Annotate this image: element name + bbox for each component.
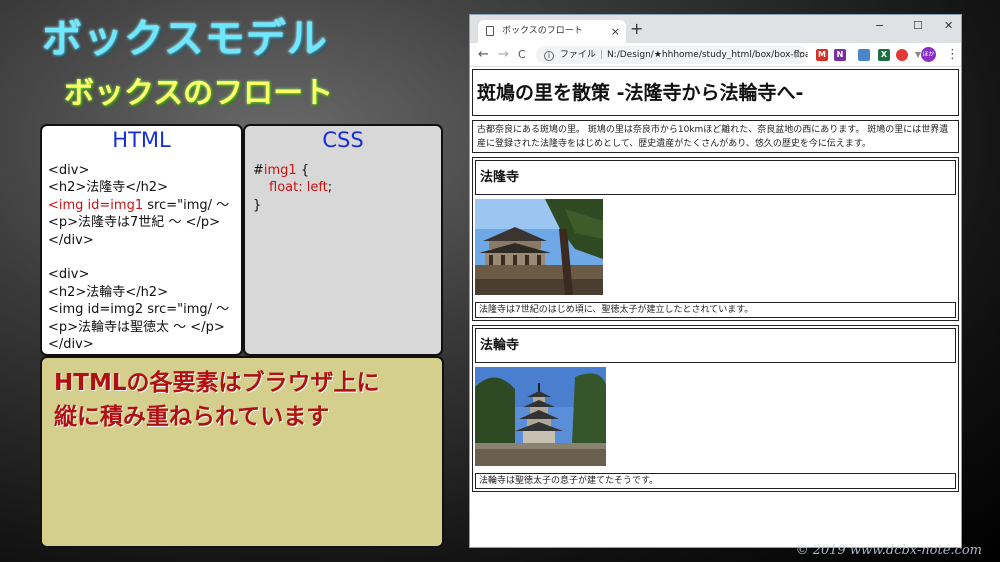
slide-subtitle: ボックスのフロート (64, 76, 334, 111)
code-fragment: src="img/ ～ (143, 197, 230, 213)
css-property: float: left (269, 180, 328, 196)
section-caption: 法輪寺は聖徳太子の息子が建てたそうです。 (475, 473, 956, 489)
page-content: 斑鳩の里を散策 -法隆寺から法輪寺へ- 古都奈良にある斑鳩の里。 斑鳩の里は奈良… (470, 67, 961, 492)
copyright-watermark: © 2019 www.dcbx-note.com (795, 543, 982, 558)
address-bar[interactable]: i ファイル | N:/Design/★hhhome/study_html/box/… (536, 46, 808, 64)
explanation-panel: HTMLの各要素はブラウザ上に 縦に積み重ねられています (40, 356, 444, 548)
code-line: <img id=img2 src="img/ ～ (48, 302, 230, 318)
browser-tab[interactable]: ボックスのフロート × (478, 20, 626, 43)
code-line: ​ (48, 249, 241, 266)
reload-button[interactable]: C (518, 46, 526, 63)
slide-title: ボックスモデル (42, 16, 328, 62)
code-line-highlight: <img id=img1 src="img/ ～ (48, 197, 241, 214)
browser-window: ボックスのフロート × + − ☐ ✕ ← → C i ファイル | N:/Desi… (469, 14, 962, 548)
profile-avatar[interactable]: ほか (921, 47, 936, 62)
close-window-button[interactable]: ✕ (944, 19, 953, 32)
section-caption: 法隆寺は7世紀のはじめ頃に、聖徳太子が建立したとされています。 (475, 302, 956, 318)
code-fragment: <img id=img1 (48, 197, 144, 213)
html-code: <div> <h2>法隆寺</h2> <img id=img1 src="img/ … (42, 152, 241, 353)
explanation-text: HTMLの各要素はブラウザ上に 縦に積み重ねられています (54, 366, 379, 434)
section-heading: 法輪寺 (475, 328, 956, 363)
forward-button[interactable]: → (498, 46, 509, 63)
explanation-line: 縦に積み重ねられています (54, 404, 330, 430)
code-line: <h2>法隆寺</h2> (48, 180, 168, 196)
info-icon[interactable]: i (544, 51, 554, 61)
section-horyuji: 法隆寺 法隆寺は7世紀のはじめ頃に、聖徳太子が建立したとされています。 (472, 157, 959, 321)
css-code-panel: CSS #img1 {float: left;} (243, 124, 443, 356)
code-line: <div> (48, 267, 90, 283)
html-code-panel: HTML <div> <h2>法隆寺</h2> <img id=img1 src="… (40, 124, 243, 356)
code-line: <p>法隆寺は7世紀 ～ </p> (48, 215, 220, 231)
back-button[interactable]: ← (478, 46, 489, 63)
onenote-extension-icon[interactable]: N (834, 49, 846, 61)
html-panel-heading: HTML (112, 128, 171, 152)
address-separator: | (599, 50, 603, 60)
code-line: <h2>法輪寺</h2> (48, 284, 168, 300)
css-rule-open: #img1 { (253, 162, 441, 179)
code-line: </div> (48, 232, 94, 248)
css-panel-heading: CSS (322, 128, 364, 152)
browser-toolbar: ← → C i ファイル | N:/Design/★hhhome/study_htm… (470, 43, 961, 67)
page-heading: 斑鳩の里を散策 -法隆寺から法輪寺へ- (472, 69, 959, 116)
tab-title: ボックスのフロート (502, 26, 583, 36)
extension-icon[interactable] (858, 49, 870, 61)
explanation-line: HTMLの各要素はブラウザ上に (54, 370, 380, 396)
css-semicolon: ; (327, 180, 333, 196)
css-hash: # (253, 163, 264, 178)
section-horinji: 法輪寺 法輪寺は聖徳太子の息子が建てたそうです。 (472, 325, 959, 492)
css-selector: img1 (263, 163, 297, 178)
css-brace: { (296, 163, 310, 178)
gmail-extension-icon[interactable]: M (816, 49, 828, 61)
page-icon (486, 26, 494, 36)
code-line: <p>法輪寺は聖徳太 ～ </p> (48, 319, 225, 335)
code-line: <div> (48, 163, 90, 178)
excel-extension-icon[interactable]: X (878, 49, 890, 61)
horyuji-photo (475, 199, 603, 295)
css-code: #img1 {float: left;} (245, 152, 441, 214)
new-tab-button[interactable]: + (630, 19, 643, 38)
section-heading: 法隆寺 (475, 160, 956, 195)
tab-bar: ボックスのフロート × + − ☐ ✕ (470, 15, 961, 43)
code-line: </div> (48, 337, 94, 353)
css-rule-close: } (253, 197, 262, 213)
minimize-button[interactable]: − (875, 19, 884, 32)
tab-close-icon[interactable]: × (611, 20, 620, 43)
horinji-photo (475, 367, 606, 466)
bookmark-star-icon[interactable]: ☆ (793, 46, 804, 63)
address-scheme-label: ファイル (559, 50, 596, 60)
menu-icon[interactable]: ⋮ (946, 46, 959, 63)
intro-paragraph: 古都奈良にある斑鳩の里。 斑鳩の里は奈良市から10kmほど離れた、奈良盆地の西に… (472, 120, 959, 153)
record-extension-icon[interactable] (896, 49, 908, 61)
maximize-button[interactable]: ☐ (913, 19, 923, 32)
address-url: N:/Design/★hhhome/study_html/box/box-flo… (606, 50, 808, 60)
css-declaration: float: left; (253, 179, 441, 196)
